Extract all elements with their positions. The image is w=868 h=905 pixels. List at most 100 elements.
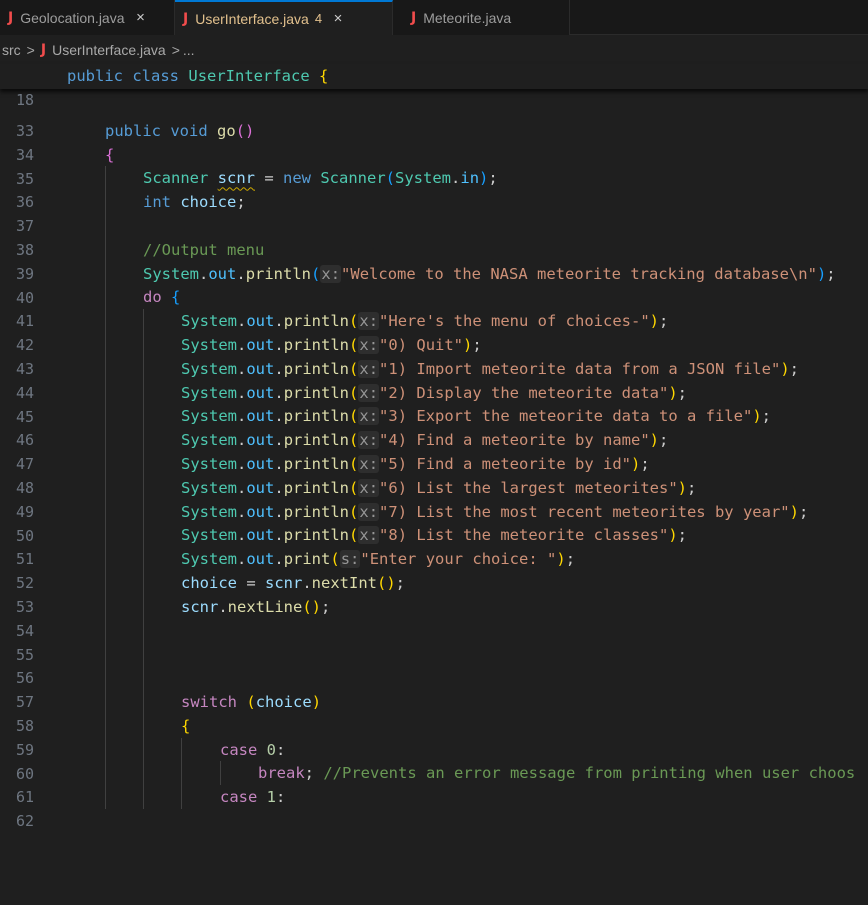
breadcrumb-more[interactable]: ... (183, 42, 195, 58)
string-literal: "6) List the largest meteorites" (379, 478, 678, 497)
code-line: 55 (0, 618, 868, 664)
chevron-right-icon: > (171, 42, 180, 58)
problem-count-badge: 4 (314, 11, 323, 26)
close-icon[interactable]: × (133, 9, 149, 26)
code-line: 35 { (0, 143, 868, 188)
java-file-icon: J (40, 42, 47, 58)
keyword: do (143, 288, 162, 307)
inlay-hint: x: (358, 336, 380, 354)
variable-warning[interactable]: scnr (218, 169, 255, 187)
code-line: 53 choice = scnr.nextInt(); (0, 571, 868, 616)
code-line: 33 (0, 95, 868, 140)
method-name: println (283, 336, 350, 354)
inlay-hint: x: (358, 431, 380, 450)
string-literal: "2) Display the meteorite data" (379, 383, 669, 402)
type-name: System (181, 455, 237, 473)
comment: //Output menu (143, 240, 265, 259)
code-line: 52 System.out.print(s:"Enter your choice… (0, 547, 868, 592)
line-number: 18 (15, 91, 34, 109)
type-name: System (181, 407, 237, 426)
field-name: out (246, 478, 275, 497)
inlay-hint: x: (320, 264, 342, 283)
java-file-icon: J (183, 10, 189, 27)
inlay-hint: x: (358, 312, 380, 331)
editor-tab-bar: J Geolocation.java × J UserInterface.jav… (0, 0, 868, 35)
keyword: void (170, 121, 208, 140)
inlay-hint: x: (358, 455, 380, 473)
field-name: out (208, 264, 237, 283)
code-line: 47 System.out.println(x:"4) Find a meteo… (0, 428, 868, 473)
inlay-hint: x: (358, 526, 380, 545)
close-icon[interactable]: × (330, 10, 346, 27)
java-file-icon: J (411, 9, 417, 26)
type-name: System (181, 526, 237, 545)
inlay-hint: x: (358, 359, 380, 378)
brace: { (105, 145, 115, 164)
method-name: nextInt (311, 574, 377, 592)
keyword: switch (181, 693, 237, 711)
keyword: public (105, 121, 161, 140)
code-line: 39 //Output menu (0, 237, 868, 283)
method-name: go (217, 121, 236, 140)
sticky-scroll-header[interactable]: 18 public class UserInterface { (0, 64, 868, 109)
type-name: Scanner (320, 169, 386, 188)
breadcrumb-file[interactable]: UserInterface.java (52, 42, 166, 58)
tab-geolocation[interactable]: J Geolocation.java × (0, 0, 175, 35)
keyword: int (143, 193, 171, 212)
keyword: break (258, 764, 305, 783)
string-literal: "Here's the menu of choices-" (379, 312, 650, 331)
type-name: System (181, 312, 237, 331)
code-line: 45 System.out.println(x:"2) Display the … (0, 380, 868, 426)
field-name: out (246, 312, 275, 331)
method-name: println (283, 431, 350, 450)
brace: { (319, 67, 329, 85)
method-name: println (283, 478, 350, 497)
string-literal: "Welcome to the NASA meteorite tracking … (341, 264, 817, 283)
code-line: 51 System.out.println(x:"8) List the met… (0, 523, 868, 568)
variable: scnr (181, 597, 219, 616)
field-name: out (246, 407, 275, 426)
string-literal: "8) List the meteorite classes" (379, 526, 669, 545)
field-name: out (246, 336, 275, 354)
inlay-hint: x: (358, 383, 380, 402)
code-line: 50 System.out.println(x:"7) List the mos… (0, 499, 868, 545)
code-line: 60 case 0: (0, 737, 868, 783)
method-name: println (283, 502, 350, 521)
type-name: System (181, 383, 237, 402)
java-file-icon: J (8, 9, 14, 26)
type-name: System (181, 359, 237, 378)
keyword: case (220, 788, 258, 807)
code-line: 54 scnr.nextLine(); (0, 594, 868, 640)
code-line: 40 System.out.println(x:"Welcome to the … (0, 261, 868, 307)
tab-userinterface[interactable]: J UserInterface.java 4 × (175, 0, 393, 35)
code-line: 61 break; //Prevents an error message fr… (0, 761, 868, 806)
code-line: 37 int choice; (0, 190, 868, 235)
type-name: System (181, 336, 237, 354)
code-line: 46 System.out.println(x:"3) Export the m… (0, 404, 868, 449)
field-name: out (246, 526, 275, 545)
comment: //Prevents an error message from printin… (323, 764, 856, 783)
code-line: 42 System.out.println(x:"Here's the menu… (0, 309, 868, 354)
field-name: out (246, 431, 275, 450)
method-name: print (283, 550, 331, 569)
string-literal: "3) Export the meteorite data to a file" (379, 407, 753, 426)
keyword: class (132, 67, 180, 85)
inlay-hint: s: (339, 550, 361, 569)
code-line: 57 (0, 666, 868, 711)
string-literal: "7) List the most recent meteorites by y… (379, 502, 790, 521)
inlay-hint: x: (358, 502, 380, 521)
breadcrumb-folder[interactable]: src (2, 42, 21, 58)
keyword: case (220, 740, 258, 759)
tab-label: Meteorite.java (423, 9, 512, 26)
keyword: new (283, 169, 311, 188)
variable: choice (181, 574, 237, 592)
method-name: println (283, 359, 350, 378)
type-name: System (181, 431, 237, 450)
string-literal: "4) Find a meteorite by name" (379, 431, 650, 450)
tab-meteorite[interactable]: J Meteorite.java (393, 0, 570, 35)
method-name: println (283, 312, 350, 331)
code-line: 34 public void go() (0, 119, 868, 164)
type-name: Scanner (143, 169, 209, 188)
field-name: out (246, 383, 275, 402)
code-line: 43 System.out.println(x:"0) Quit"); (0, 333, 868, 378)
